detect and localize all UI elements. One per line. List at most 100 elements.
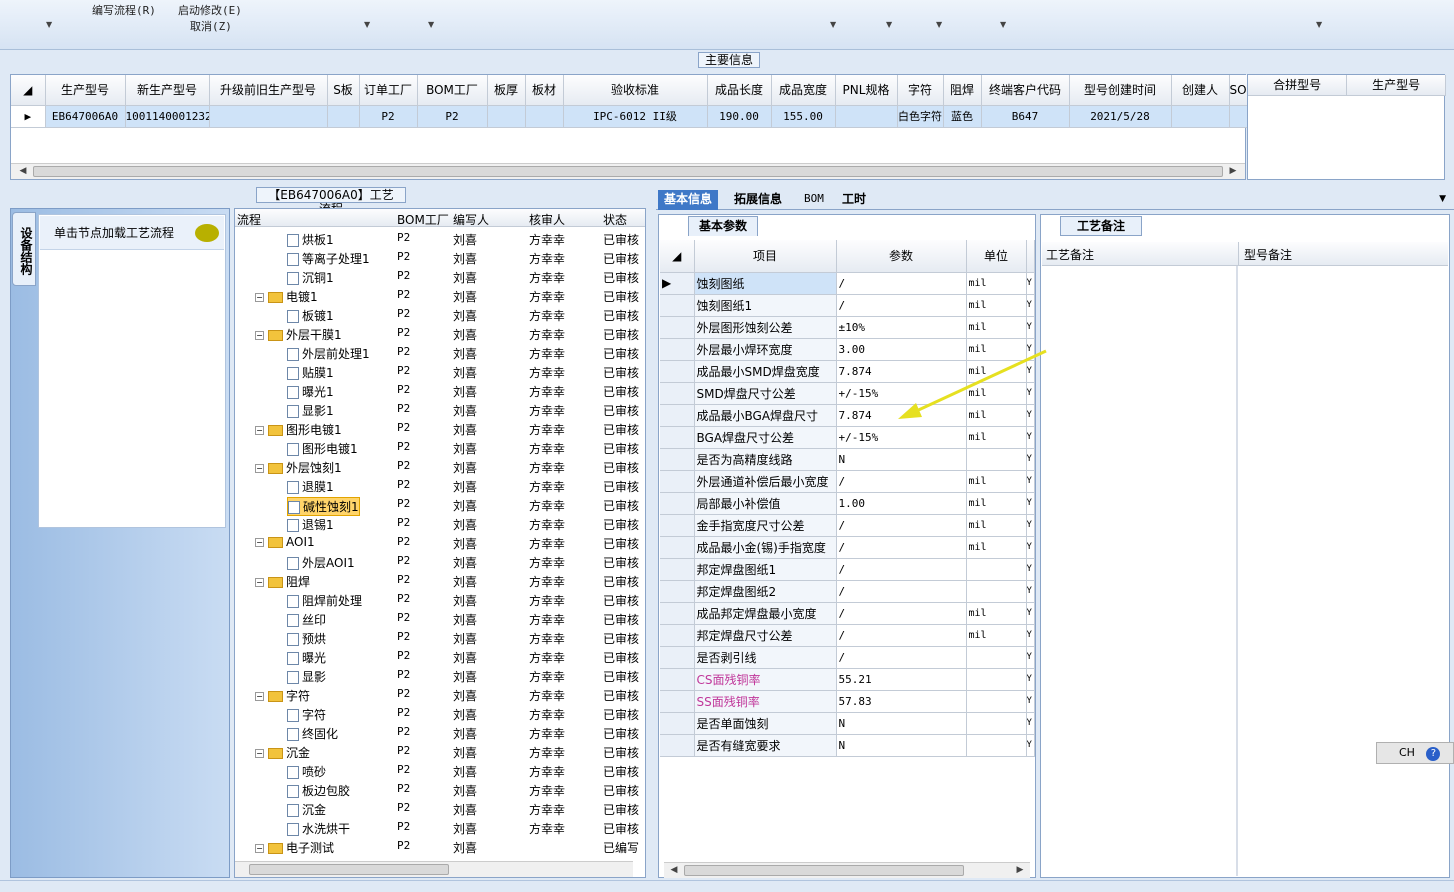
tab-equipment-structure[interactable]: 设备结构 bbox=[12, 212, 36, 286]
tree-row[interactable]: − 阻焊 P2 刘喜 方幸幸 已审核 bbox=[235, 571, 639, 590]
main-col-header[interactable]: 生产型号 bbox=[45, 75, 126, 106]
tree-node[interactable]: 沉金 bbox=[287, 801, 326, 818]
dropdown-arrow-icon[interactable]: ▼ bbox=[886, 20, 892, 29]
param-value[interactable]: ±10% bbox=[836, 316, 967, 339]
main-cell[interactable]: EB647006A0 bbox=[45, 105, 126, 128]
tree-row[interactable]: 显影 P2 刘喜 方幸幸 已审核 bbox=[235, 666, 639, 685]
param-row[interactable]: 外层图形蚀刻公差 ±10% mil Y bbox=[660, 316, 1035, 339]
tree-row[interactable]: − 外层干膜1 P2 刘喜 方幸幸 已审核 bbox=[235, 324, 639, 343]
param-value[interactable]: / bbox=[836, 536, 967, 559]
param-row[interactable]: 外层通道补偿后最小宽度 / mil Y bbox=[660, 470, 1035, 493]
main-col-header[interactable]: 新生产型号 bbox=[125, 75, 210, 106]
main-col-header[interactable]: 创建人 bbox=[1171, 75, 1230, 106]
main-col-header[interactable]: 字符 bbox=[897, 75, 944, 106]
scroll-thumb[interactable] bbox=[684, 865, 964, 876]
main-col-header[interactable]: 阻焊 bbox=[943, 75, 982, 106]
param-value[interactable]: / bbox=[836, 580, 967, 603]
main-cell[interactable] bbox=[1229, 105, 1248, 128]
tree-node[interactable]: − 电镀1 bbox=[255, 288, 318, 305]
param-value[interactable]: 55.21 bbox=[836, 668, 967, 691]
tree-row[interactable]: 沉金 P2 刘喜 方幸幸 已审核 bbox=[235, 799, 639, 818]
ime-language[interactable]: CH bbox=[1399, 746, 1415, 759]
tree-node[interactable]: 板边包胶 bbox=[287, 782, 350, 799]
scroll-left-icon[interactable]: ◀ bbox=[666, 863, 682, 878]
tree-node[interactable]: − 阻焊 bbox=[255, 573, 310, 590]
param-value[interactable]: N bbox=[836, 712, 967, 735]
tree-node[interactable]: 等离子处理1 bbox=[287, 250, 370, 267]
main-cell[interactable]: 白色字符 bbox=[897, 105, 944, 128]
param-value[interactable]: / bbox=[836, 558, 967, 581]
param-value[interactable]: N bbox=[836, 734, 967, 757]
help-icon[interactable]: ? bbox=[1426, 747, 1441, 761]
tree-node[interactable]: 显影 bbox=[287, 668, 326, 685]
param-row[interactable]: 邦定焊盘图纸2/ Y bbox=[660, 580, 1035, 603]
tree-row[interactable]: 沉铜1 P2 刘喜 方幸幸 已审核 bbox=[235, 267, 639, 286]
write-flow-button[interactable]: 编写流程(R) bbox=[92, 2, 156, 18]
main-col-header[interactable]: S板 bbox=[327, 75, 360, 106]
main-col-header[interactable]: 板材 bbox=[525, 75, 564, 106]
tree-row[interactable]: − 沉金 P2 刘喜 方幸幸 已审核 bbox=[235, 742, 639, 761]
main-cell[interactable] bbox=[835, 105, 898, 128]
dropdown-arrow-icon[interactable]: ▼ bbox=[1439, 194, 1446, 204]
tree-row[interactable]: 曝光 P2 刘喜 方幸幸 已审核 bbox=[235, 647, 639, 666]
tab-work-hours[interactable]: 工时 bbox=[836, 190, 872, 210]
tree-row[interactable]: 水洗烘干 P2 刘喜 方幸幸 已审核 bbox=[235, 818, 639, 837]
tree-node[interactable]: 字符 bbox=[287, 706, 326, 723]
param-value[interactable]: N bbox=[836, 448, 967, 471]
param-row[interactable]: 邦定焊盘图纸1/ Y bbox=[660, 558, 1035, 581]
main-col-header[interactable]: 验收标准 bbox=[563, 75, 708, 106]
main-col-header[interactable]: 升级前旧生产型号 bbox=[209, 75, 328, 106]
tree-row[interactable]: 图形电镀1 P2 刘喜 方幸幸 已审核 bbox=[235, 438, 639, 457]
tree-node[interactable]: 曝光 bbox=[287, 649, 326, 666]
tree-row[interactable]: 阻焊前处理 P2 刘喜 方幸幸 已审核 bbox=[235, 590, 639, 609]
collapse-toggle-icon[interactable]: − bbox=[255, 293, 264, 302]
tab-bom[interactable]: BOM bbox=[798, 190, 830, 210]
tree-node[interactable]: 烘板1 bbox=[287, 231, 334, 248]
param-row[interactable]: 蚀刻图纸1/mil Y bbox=[660, 294, 1035, 317]
tree-node[interactable]: − AOI1 bbox=[255, 535, 315, 549]
tree-node[interactable]: 板镀1 bbox=[287, 307, 334, 324]
main-cell[interactable] bbox=[209, 105, 328, 128]
param-row[interactable]: 是否单面蚀刻 N Y bbox=[660, 712, 1035, 735]
tree-row[interactable]: − 图形电镀1 P2 刘喜 方幸幸 已审核 bbox=[235, 419, 639, 438]
tree-node[interactable]: 终固化 bbox=[287, 725, 338, 742]
tree-row[interactable]: − AOI1 P2 刘喜 方幸幸 已审核 bbox=[235, 533, 639, 552]
tree-node[interactable]: 贴膜1 bbox=[287, 364, 334, 381]
dropdown-arrow-icon[interactable]: ▼ bbox=[1316, 20, 1322, 29]
dropdown-arrow-icon[interactable]: ▼ bbox=[428, 20, 434, 29]
scroll-left-icon[interactable]: ◀ bbox=[15, 164, 31, 179]
tree-row[interactable]: 烘板1 P2 刘喜 方幸幸 已审核 bbox=[235, 229, 639, 248]
param-row[interactable]: 是否为高精度线路 N Y bbox=[660, 448, 1035, 471]
collapse-toggle-icon[interactable]: − bbox=[255, 464, 264, 473]
tree-hscroll[interactable] bbox=[235, 861, 633, 877]
param-row[interactable]: 成品邦定焊盘最小宽度 / mil Y bbox=[660, 602, 1035, 625]
collapse-toggle-icon[interactable]: − bbox=[255, 538, 264, 547]
tree-row[interactable]: − 字符 P2 刘喜 方幸幸 已审核 bbox=[235, 685, 639, 704]
tree-row[interactable]: 丝印 P2 刘喜 方幸幸 已审核 bbox=[235, 609, 639, 628]
param-value[interactable]: 57.83 bbox=[836, 690, 967, 713]
tree-row[interactable]: 曝光1 P2 刘喜 方幸幸 已审核 bbox=[235, 381, 639, 400]
scroll-right-icon[interactable]: ▶ bbox=[1225, 164, 1241, 179]
tree-node[interactable]: 预烘 bbox=[287, 630, 326, 647]
main-col-header[interactable]: PNL规格 bbox=[835, 75, 898, 106]
main-col-header[interactable]: 型号创建时间 bbox=[1069, 75, 1172, 106]
scroll-thumb[interactable] bbox=[249, 864, 449, 875]
tree-node[interactable]: − 字符 bbox=[255, 687, 310, 704]
tree-row[interactable]: 外层前处理1 P2 刘喜 方幸幸 已审核 bbox=[235, 343, 639, 362]
tree-row[interactable]: − 外层蚀刻1 P2 刘喜 方幸幸 已审核 bbox=[235, 457, 639, 476]
main-col-header[interactable]: 成品长度 bbox=[707, 75, 772, 106]
main-col-header[interactable]: 板厚 bbox=[487, 75, 526, 106]
main-grid-hscroll[interactable]: ◀ ▶ bbox=[11, 163, 1245, 179]
tree-node[interactable]: 图形电镀1 bbox=[287, 440, 358, 457]
tab-basic-info[interactable]: 基本信息 bbox=[658, 190, 719, 210]
main-cell[interactable]: B647 bbox=[981, 105, 1070, 128]
collapse-toggle-icon[interactable]: − bbox=[255, 844, 264, 853]
param-row[interactable]: 成品最小金(锡)手指宽度 / mil Y bbox=[660, 536, 1035, 559]
param-value[interactable]: +/-15% bbox=[836, 426, 967, 449]
main-cell[interactable] bbox=[327, 105, 360, 128]
tab-extended-info[interactable]: 拓展信息 bbox=[728, 190, 788, 210]
tree-node[interactable]: 丝印 bbox=[287, 611, 326, 628]
tree-row[interactable]: − 电镀1 P2 刘喜 方幸幸 已审核 bbox=[235, 286, 639, 305]
param-value[interactable]: / bbox=[836, 272, 967, 295]
tree-node[interactable]: − 图形电镀1 bbox=[255, 421, 342, 438]
